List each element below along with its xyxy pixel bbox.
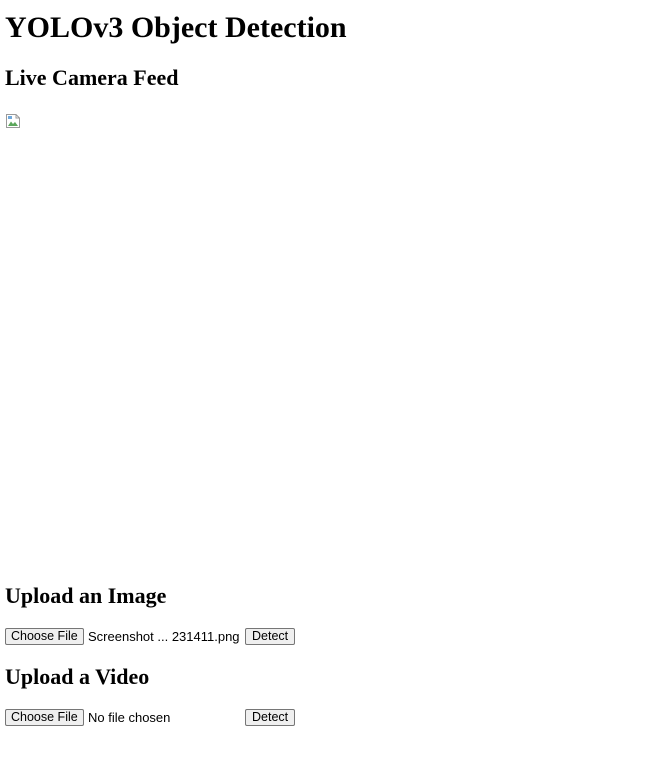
broken-image-icon — [6, 114, 20, 128]
detect-image-button[interactable]: Detect — [245, 628, 296, 645]
camera-feed-image — [5, 113, 645, 563]
upload-video-form: Choose File No file chosen Detect — [5, 708, 405, 728]
upload-image-form: Choose File Screenshot ... 231411.png De… — [5, 627, 405, 647]
choose-image-file-button[interactable]: Choose File — [5, 628, 84, 645]
video-file-name: No file chosen — [88, 710, 171, 725]
page-title: YOLOv3 Object Detection — [5, 11, 347, 44]
upload-image-heading: Upload an Image — [5, 583, 167, 608]
image-file-name: Screenshot ... 231411.png — [88, 629, 240, 644]
choose-video-file-button[interactable]: Choose File — [5, 709, 84, 726]
detect-video-button[interactable]: Detect — [245, 709, 296, 726]
camera-feed-heading: Live Camera Feed — [5, 65, 179, 90]
upload-video-heading: Upload a Video — [5, 664, 150, 689]
